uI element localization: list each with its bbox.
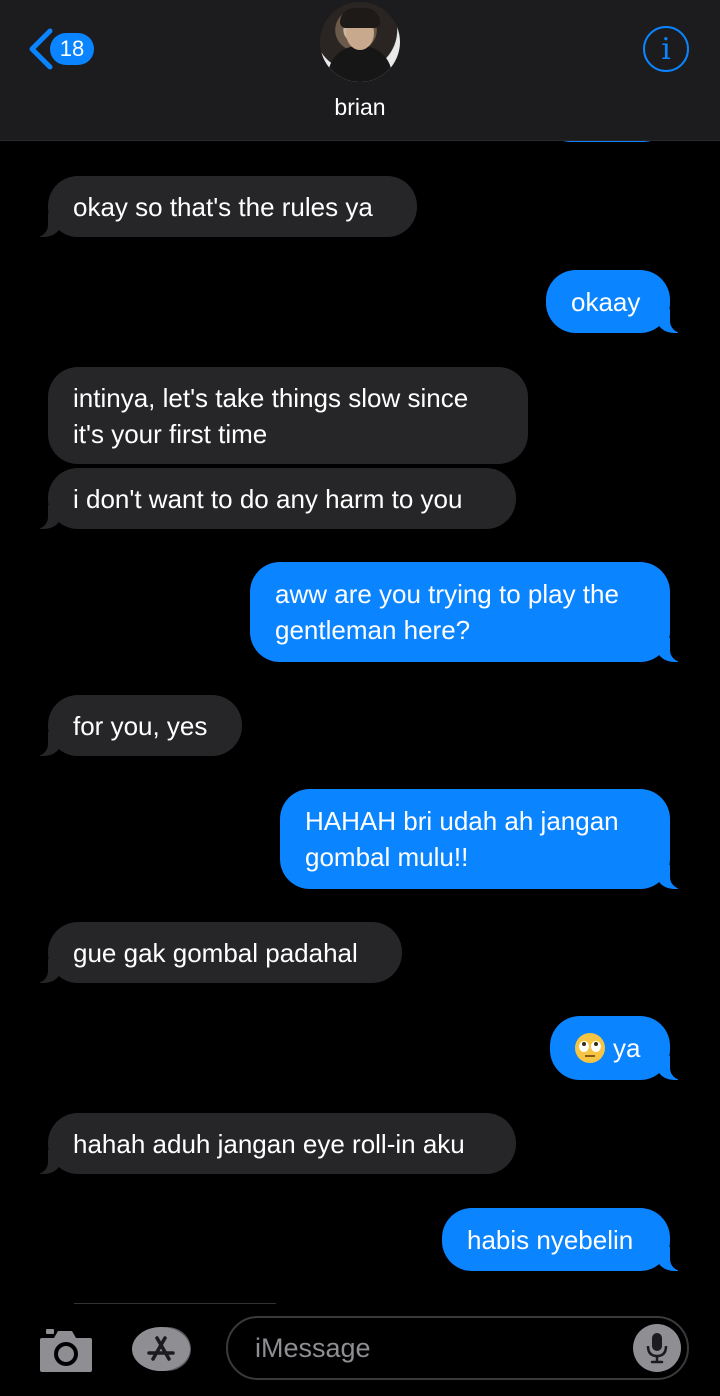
- conversation-header: 18 brian i: [0, 0, 720, 141]
- message-text: for you, yes: [73, 710, 208, 741]
- message-bubble-incoming[interactable]: hahah aduh jangan eye roll-in aku: [32, 1113, 516, 1174]
- message-text: hahah aduh jangan eye roll-in aku: [73, 1128, 465, 1159]
- message-text: okay so that's the rules ya: [73, 191, 373, 222]
- message-bubble-incoming[interactable]: gue gak gombal padahal: [32, 922, 402, 983]
- face-with-rolling-eyes-icon: [575, 1033, 605, 1063]
- message-bubble-outgoing[interactable]: okaay: [546, 270, 686, 333]
- message-text: ya: [613, 1033, 641, 1063]
- unread-count-badge: 18: [50, 33, 94, 65]
- message-bubble-outgoing[interactable]: aww are you trying to play the gentleman…: [250, 562, 686, 662]
- avatar[interactable]: [320, 2, 400, 82]
- message-bubble-incoming[interactable]: okay so that's the rules ya: [32, 176, 417, 237]
- message-text: aww are you trying to play the gentleman…: [275, 579, 619, 645]
- divider: [74, 1303, 276, 1304]
- back-button[interactable]: 18: [26, 26, 94, 72]
- contact-name[interactable]: brian: [0, 94, 720, 121]
- info-icon[interactable]: i: [643, 26, 689, 72]
- message-bubble-outgoing[interactable]: HAHAH bri udah ah jangan gombal mulu!!: [280, 789, 686, 889]
- app-store-button[interactable]: [131, 1326, 193, 1372]
- message-input-placeholder: iMessage: [255, 1332, 371, 1363]
- message-bubble-incoming[interactable]: for you, yes: [32, 695, 242, 756]
- message-bubble-outgoing[interactable]: ya: [550, 1016, 686, 1080]
- message-text: okaay: [571, 286, 641, 317]
- message-text: HAHAH bri udah ah jangan gombal mulu!!: [305, 806, 619, 872]
- message-text: habis nyebelin: [467, 1224, 634, 1255]
- message-text: gue gak gombal padahal: [73, 937, 358, 968]
- microphone-button[interactable]: [633, 1324, 681, 1372]
- message-bubble-incoming[interactable]: intinya, let's take things slow since it…: [48, 367, 528, 464]
- message-bubble-incoming[interactable]: i don't want to do any harm to you: [32, 468, 516, 529]
- message-text: i don't want to do any harm to you: [73, 483, 463, 514]
- camera-icon[interactable]: [38, 1326, 94, 1374]
- app-store-icon: [132, 1327, 191, 1371]
- microphone-icon: [646, 1333, 668, 1364]
- message-input[interactable]: iMessage: [226, 1316, 689, 1380]
- message-text: intinya, let's take things slow since it…: [73, 382, 469, 449]
- message-bubble-outgoing[interactable]: habis nyebelin: [442, 1208, 686, 1271]
- message-thread[interactable]: okay so that's the rules ya okaay intiny…: [0, 0, 720, 1300]
